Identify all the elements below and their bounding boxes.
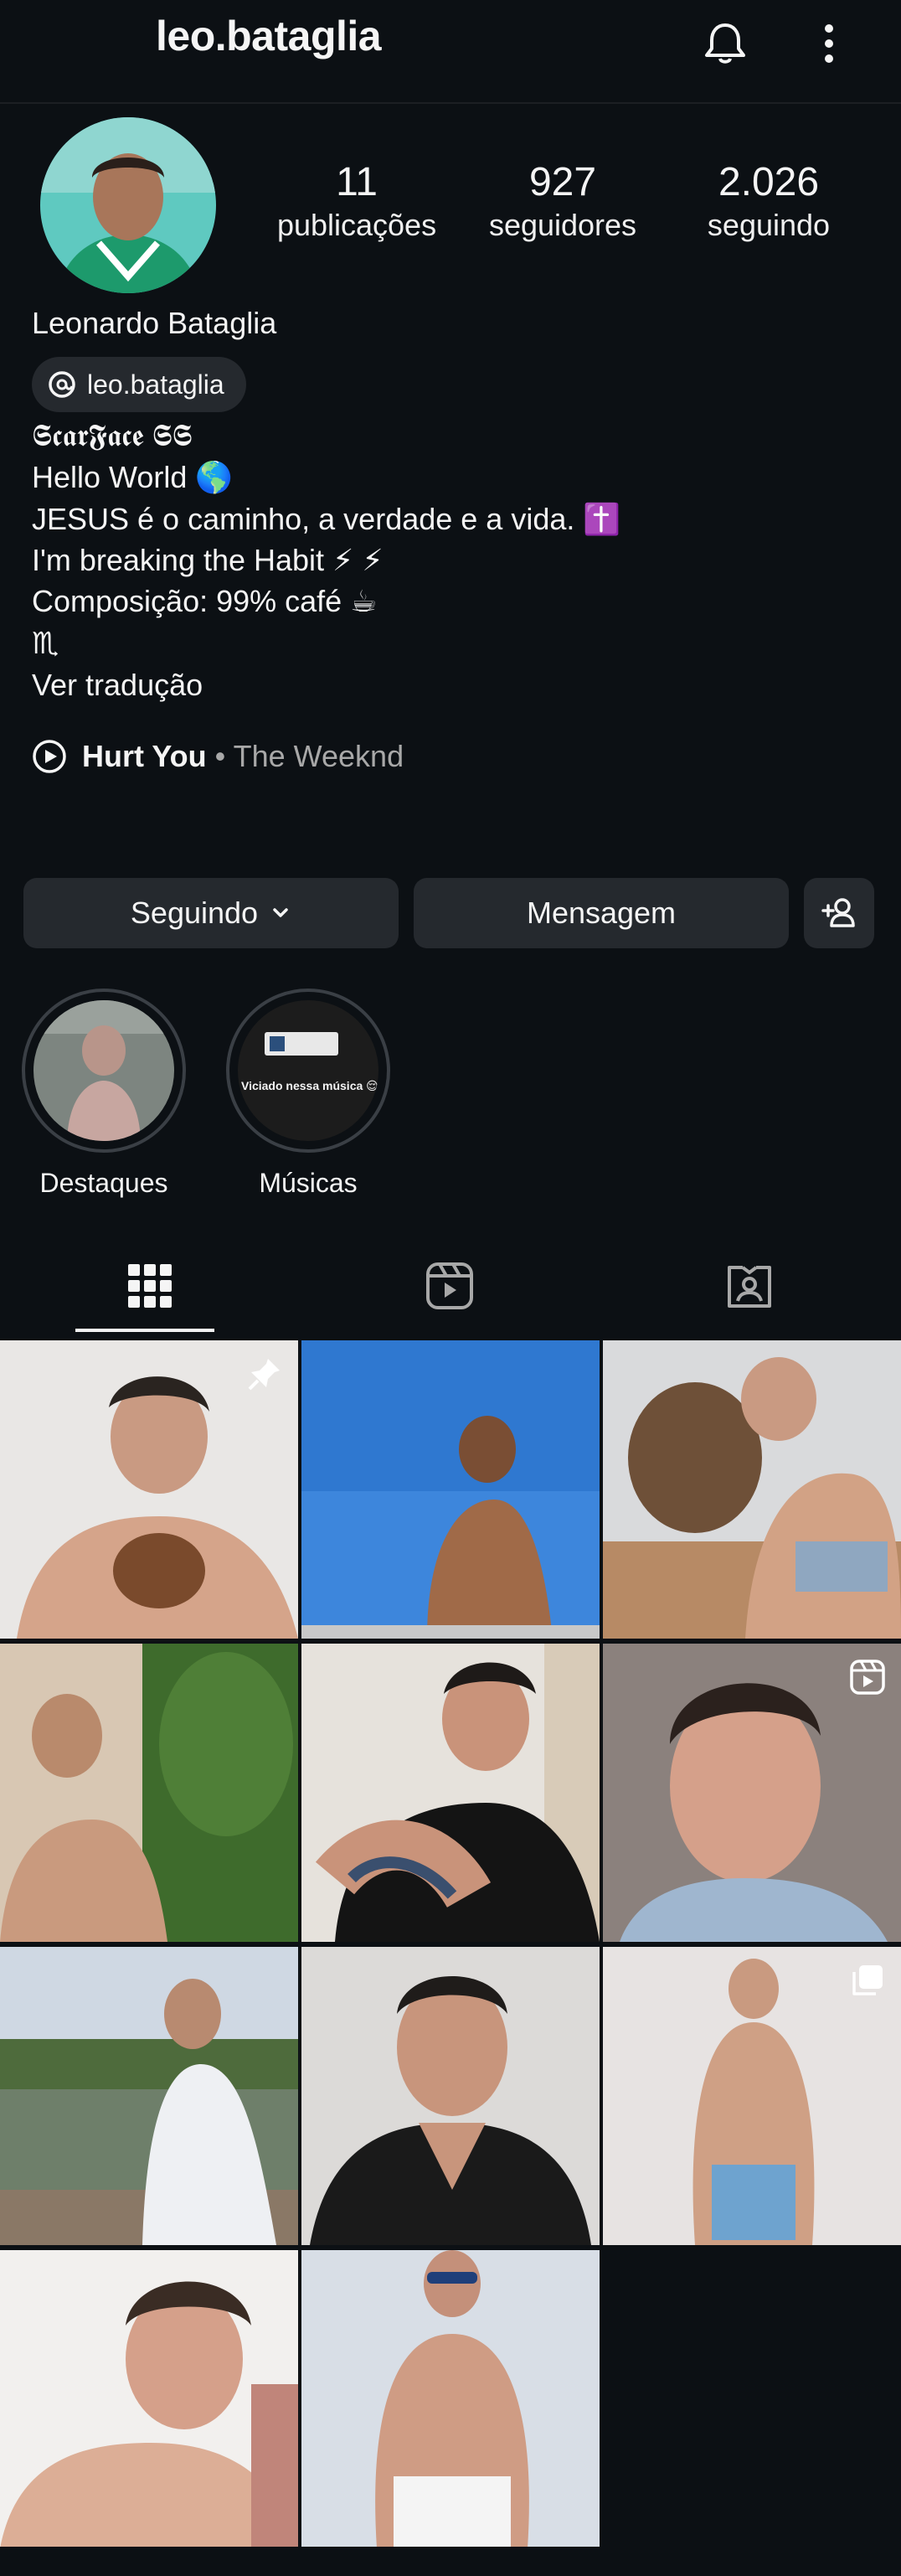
message-button-label: Mensagem [526,896,677,930]
highlight-destaques[interactable]: Destaques [22,989,186,1199]
post-thumbnail[interactable] [301,1644,600,1942]
bio-line-1: 𝕾𝖈𝖆𝖗𝕱𝖆𝖈𝖊 𝕾𝕾 [32,418,193,452]
active-tab-indicator [75,1329,214,1332]
post-thumbnail[interactable] [0,2250,298,2548]
post-thumbnail[interactable] [301,1947,600,2245]
message-button[interactable]: Mensagem [414,878,789,948]
bottom-edge [0,2547,901,2576]
post-thumbnail[interactable] [301,1340,600,1639]
tab-grid[interactable] [0,1240,300,1332]
post-thumbnail[interactable] [0,1644,298,1942]
posts-label: publicações [276,208,437,242]
profile-avatar[interactable] [40,117,216,293]
reels-icon [426,1262,473,1309]
post-thumbnail[interactable] [301,2250,600,2548]
highlight-ring [22,989,186,1153]
followers-count: 927 [528,160,597,204]
bio-line-2: Hello World 🌎 [32,460,234,494]
bio-line-4: I'm breaking the Habit ⚡ ⚡ [32,543,384,577]
post-thumbnail[interactable] [0,1947,298,2245]
suggest-people-button[interactable] [804,878,874,948]
bio-line-3: JESUS é o caminho, a verdade e a vida. ✝… [32,502,621,536]
reel-icon [850,1660,885,1695]
music-artist: The Weeknd [233,739,404,773]
post-thumbnail[interactable] [0,1340,298,1639]
following-label: seguindo [707,208,831,242]
posts-stat[interactable]: 11 publicações [265,159,449,245]
post-thumbnail[interactable] [603,1644,901,1942]
highlight-label: Músicas [259,1168,358,1198]
chevron-down-icon [273,908,288,917]
following-stat[interactable]: 2.026 seguindo [677,159,861,245]
username-title[interactable]: leo.bataglia [156,12,382,60]
following-button-label: Seguindo [130,896,259,930]
bio-line-5: Composição: 99% café ☕ [32,584,378,618]
music-separator: • [206,739,234,773]
bio-line-6: ♏ [32,626,59,660]
top-bar: leo.bataglia [0,0,901,104]
highlight-cover: Viciado nessa música 😌 [238,1000,378,1141]
tab-reels[interactable] [300,1240,600,1332]
play-icon [33,740,66,773]
threads-link[interactable]: leo.bataglia [32,357,246,412]
highlight-cover [33,1000,174,1141]
threads-handle: leo.bataglia [87,369,224,400]
pin-icon [248,1359,280,1391]
profile-tabs [0,1240,901,1332]
followers-stat[interactable]: 927 seguidores [471,159,655,245]
see-translation-link[interactable]: Ver tradução [32,665,203,705]
post-thumbnail[interactable] [603,1947,901,2245]
post-thumbnail[interactable] [603,1340,901,1639]
grid-icon [128,1264,172,1308]
highlight-caption: Viciado nessa música 😌 [241,1079,378,1092]
profile-music[interactable]: Hurt You • The Weeknd [32,739,404,774]
highlight-label: Destaques [39,1168,168,1198]
following-count: 2.026 [718,160,820,204]
tagged-icon [728,1266,771,1308]
bell-icon[interactable] [700,18,750,69]
add-person-icon [821,898,855,927]
profile-name: Leonardo Bataglia [32,306,277,340]
following-button[interactable]: Seguindo [23,878,399,948]
posts-count: 11 [336,160,378,204]
more-options-icon[interactable] [812,18,846,69]
tab-tagged[interactable] [600,1240,899,1332]
highlight-ring: Viciado nessa música 😌 [226,989,390,1153]
carousel-icon [852,1965,883,1995]
threads-icon [49,371,75,398]
followers-label: seguidores [488,208,637,242]
highlight-musicas[interactable]: Viciado nessa música 😌 Músicas [226,989,390,1199]
music-song: Hurt You [82,739,207,773]
